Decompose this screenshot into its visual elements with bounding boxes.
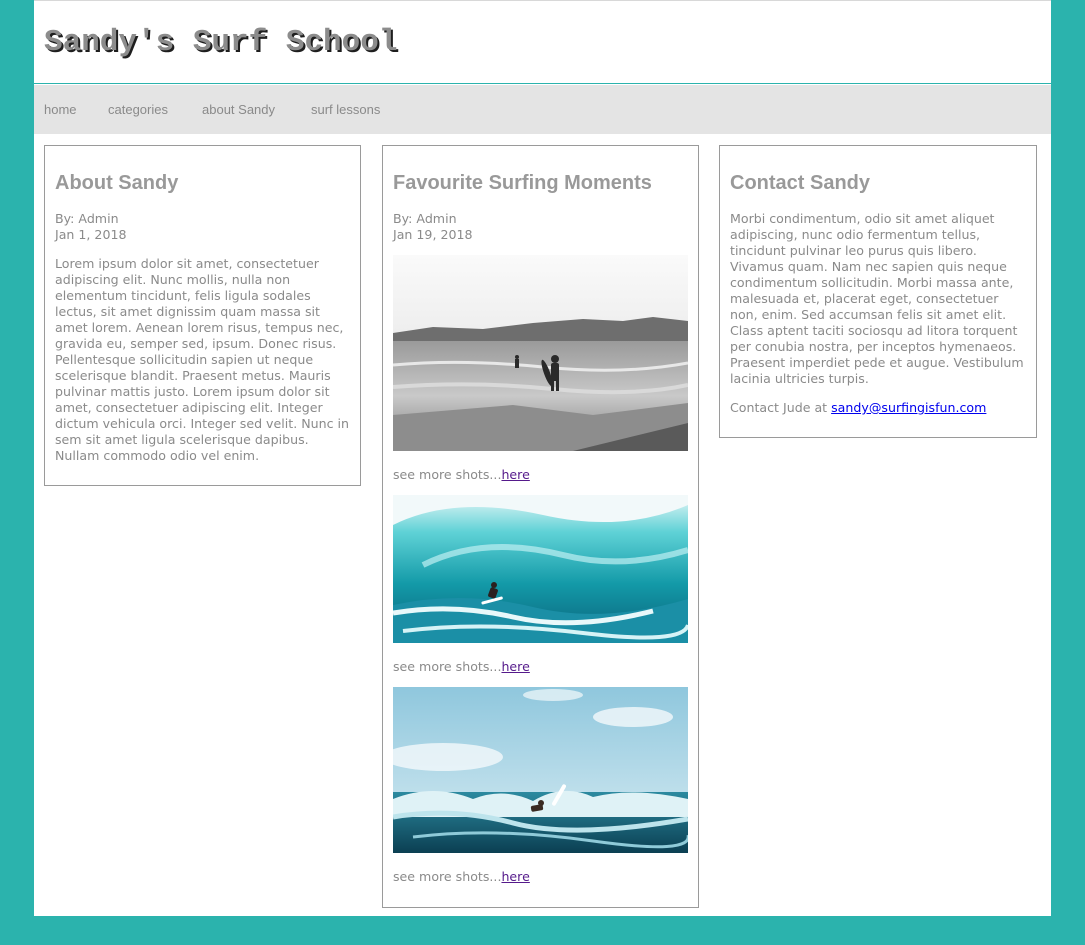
site-title: Sandy's Surf School [44, 25, 398, 60]
about-author: By: Admin [55, 211, 119, 226]
nav-item-home[interactable]: home [44, 102, 77, 117]
about-card: About Sandy By: Admin Jan 1, 2018 Lorem … [44, 145, 361, 486]
more-shots-2-link[interactable]: here [501, 659, 529, 674]
nav-item-about-sandy[interactable]: about Sandy [202, 102, 275, 117]
more-shots-3: see more shots...here [393, 869, 530, 884]
more-shots-2-text: see more shots... [393, 659, 502, 674]
contact-email-link[interactable]: sandy@surfingisfun.com [831, 400, 986, 415]
contact-line: Contact Jude at sandy@surfingisfun.com [730, 400, 1030, 416]
surf-photo-carving [393, 687, 688, 853]
surf-photo-barrel [393, 495, 688, 643]
surf-photo-beach [393, 255, 688, 451]
moments-card: Favourite Surfing Moments By: Admin Jan … [382, 145, 699, 908]
more-shots-3-text: see more shots... [393, 869, 502, 884]
nav-item-surf-lessons[interactable]: surf lessons [311, 102, 380, 117]
moments-date: Jan 19, 2018 [393, 227, 473, 242]
contact-prefix: Contact Jude at [730, 400, 832, 415]
more-shots-2: see more shots...here [393, 659, 530, 674]
main-nav: home categories about Sandy surf lessons [34, 85, 1051, 134]
site-header: Sandy's Surf School [34, 1, 1051, 84]
more-shots-3-link[interactable]: here [501, 869, 529, 884]
about-text: Lorem ipsum dolor sit amet, consectetuer… [55, 256, 349, 463]
moments-meta: By: Admin Jan 19, 2018 [393, 211, 473, 243]
about-date: Jan 1, 2018 [55, 227, 127, 242]
contact-card: Contact Sandy Morbi condimentum, odio si… [719, 145, 1037, 438]
moments-heading: Favourite Surfing Moments [393, 172, 652, 194]
nav-item-categories[interactable]: categories [108, 102, 168, 117]
about-meta: By: Admin Jan 1, 2018 [55, 211, 127, 243]
about-heading: About Sandy [55, 172, 179, 194]
page-container: Sandy's Surf School home categories abou… [34, 0, 1051, 916]
moments-author: By: Admin [393, 211, 457, 226]
more-shots-1-link[interactable]: here [501, 467, 529, 482]
contact-text: Morbi condimentum, odio sit amet aliquet… [730, 211, 1024, 386]
more-shots-1-text: see more shots... [393, 467, 502, 482]
more-shots-1: see more shots...here [393, 467, 530, 482]
contact-heading: Contact Sandy [730, 172, 871, 194]
